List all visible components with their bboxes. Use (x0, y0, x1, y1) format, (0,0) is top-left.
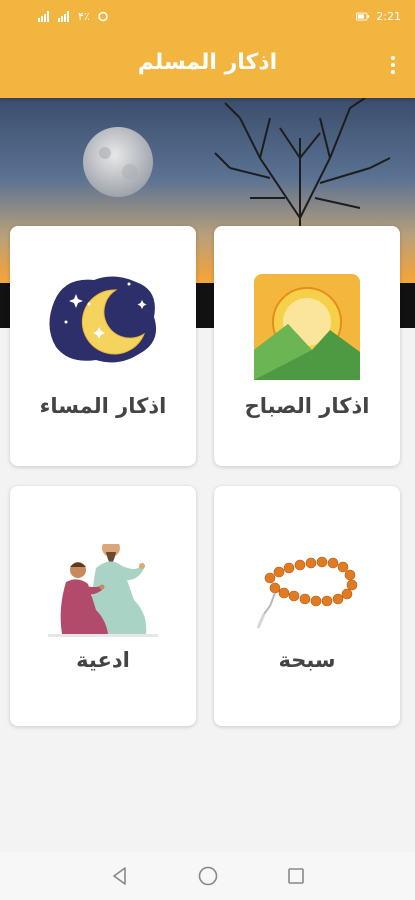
app-title: اذكار المسلم (137, 50, 278, 75)
card-label-supplications: ادعية (76, 648, 130, 672)
recents-square-icon[interactable] (284, 864, 308, 888)
app-bar: اذكار المسلم (0, 34, 415, 98)
card-supplications[interactable]: ادعية (10, 486, 196, 726)
moon-shape (83, 127, 153, 197)
signal-icon (38, 11, 49, 22)
sync-icon (98, 11, 108, 22)
back-triangle-icon[interactable] (108, 864, 132, 888)
sunrise-mountains-icon (254, 274, 360, 380)
navigation-bar (0, 852, 415, 900)
status-bar: ۴٪ 2:21 (0, 0, 415, 34)
status-left-indicators: ۴٪ (38, 10, 110, 23)
card-prayer-beads[interactable]: سبحة (214, 486, 400, 726)
status-right-indicators: 2:21 (356, 10, 401, 23)
card-label-beads: سبحة (278, 648, 336, 672)
card-morning-azkar[interactable]: اذكار الصباح (214, 226, 400, 466)
praying-people-icon (48, 538, 158, 637)
signal-icon-2 (58, 11, 69, 22)
battery-icon (356, 12, 370, 21)
crescent-moon-stars-icon (49, 276, 157, 363)
more-vert-icon[interactable] (385, 56, 401, 78)
card-evening-azkar[interactable]: اذكار المساء (10, 226, 196, 466)
home-circle-icon[interactable] (196, 864, 220, 888)
prayer-beads-icon (256, 556, 358, 629)
data-indicator: ۴٪ (78, 10, 90, 23)
card-label-evening: اذكار المساء (39, 394, 167, 418)
card-label-morning: اذكار الصباح (244, 394, 370, 418)
status-time: 2:21 (376, 10, 401, 23)
